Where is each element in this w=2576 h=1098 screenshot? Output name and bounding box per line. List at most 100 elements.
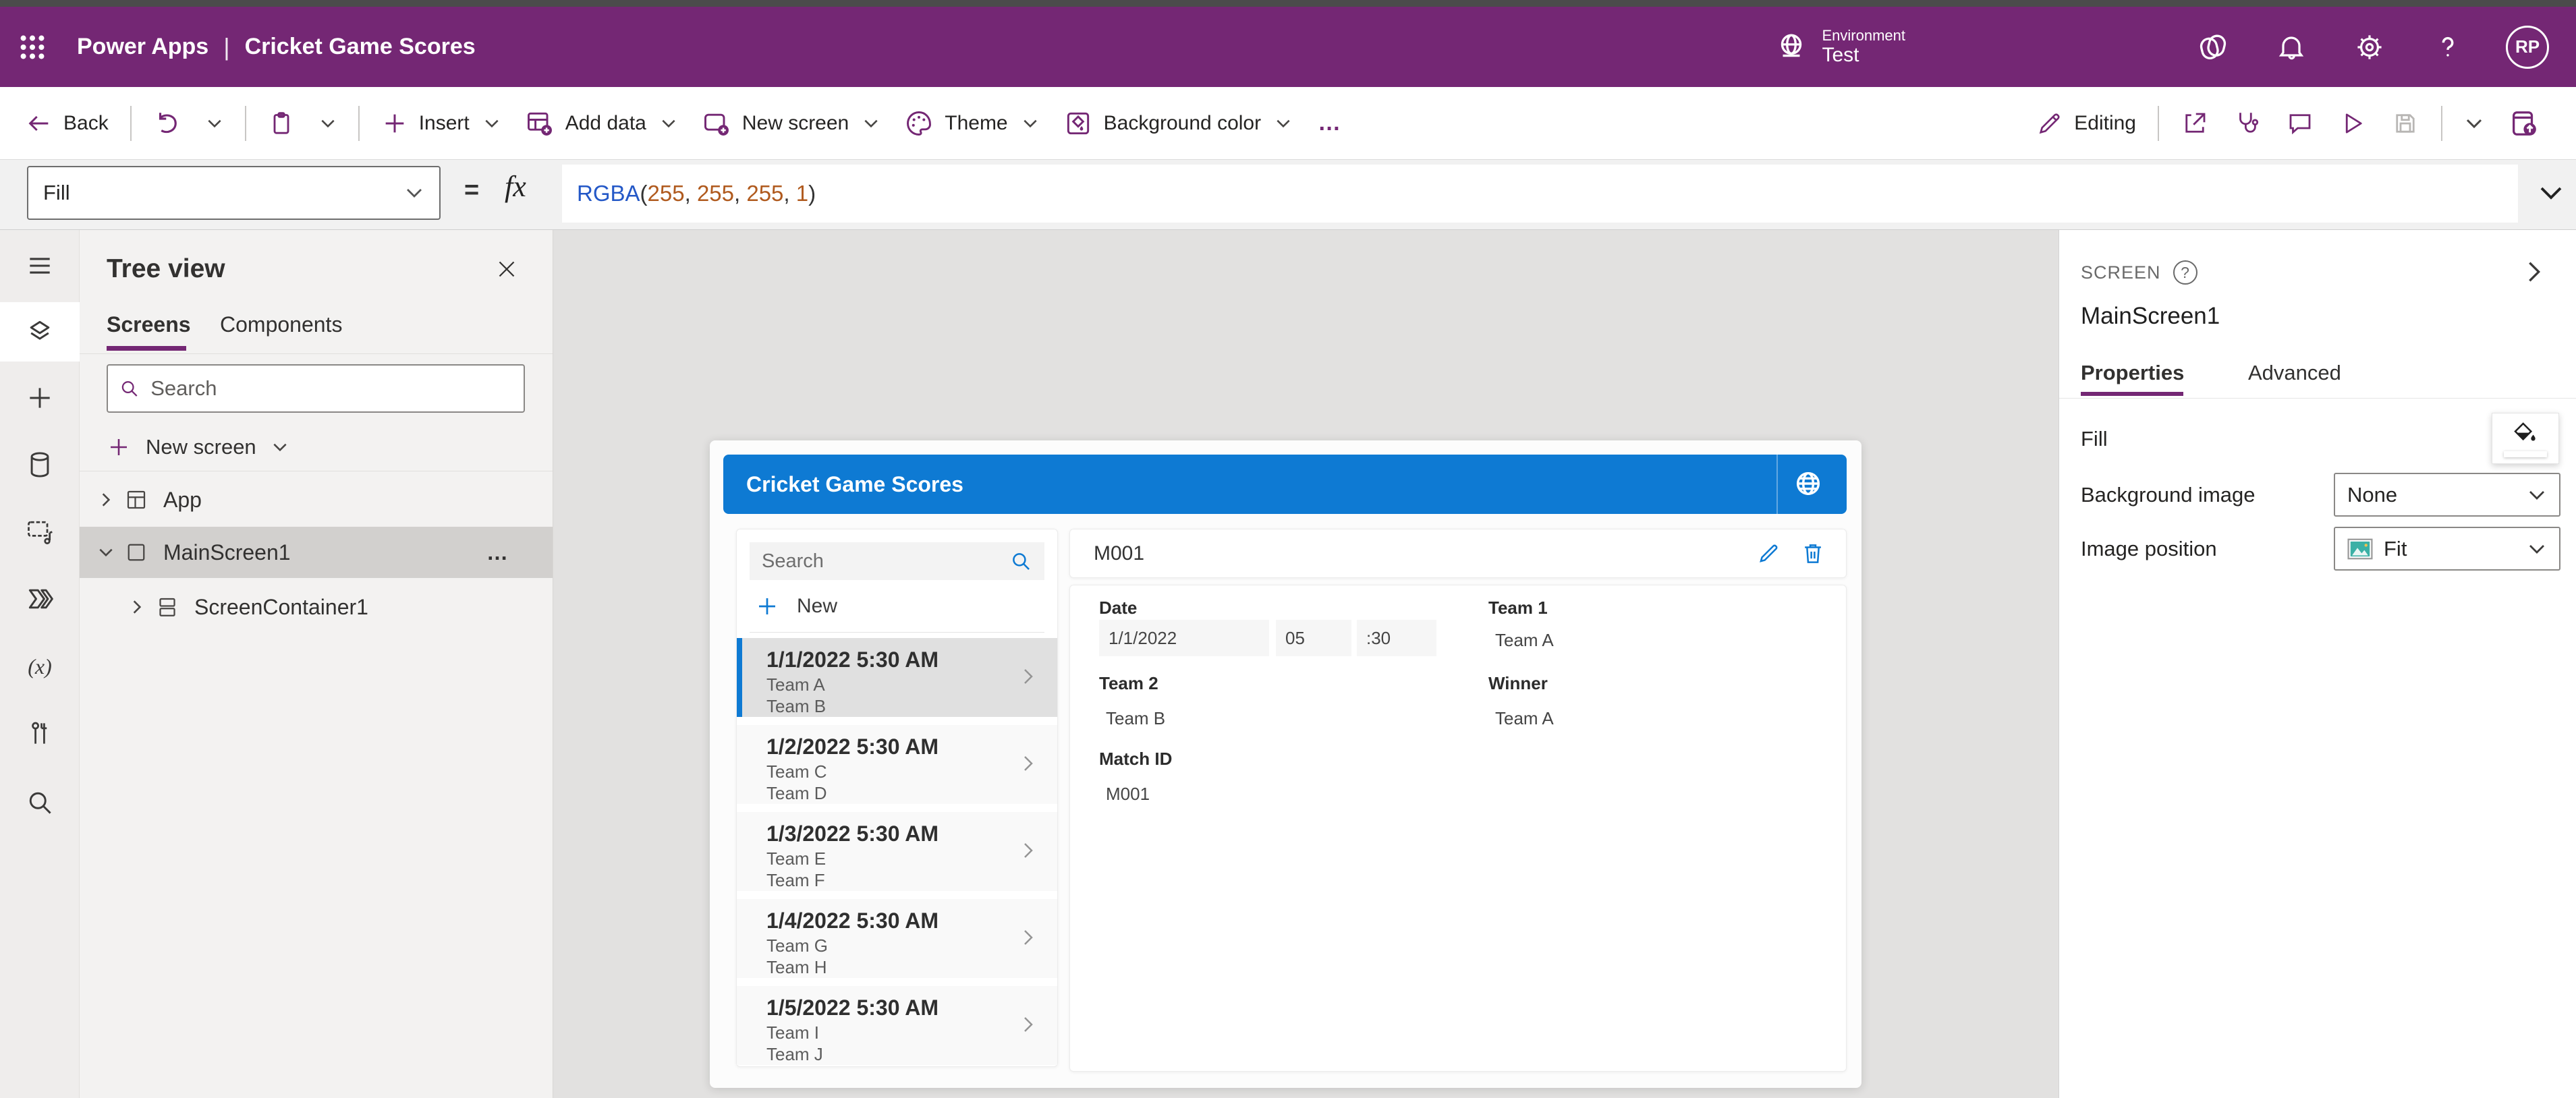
- background-image-dropdown[interactable]: None: [2334, 473, 2560, 517]
- edit-record-button[interactable]: [1756, 541, 1781, 567]
- environment-picker[interactable]: Environment Test: [1774, 27, 1905, 67]
- formula-input[interactable]: RGBA(255, 255, 255, 1): [562, 165, 2518, 223]
- chevron-right-icon[interactable]: [1018, 927, 1038, 948]
- chevron-right-icon[interactable]: [1018, 753, 1038, 774]
- record-datetime: 1/1/2022 5:30 AM: [766, 647, 939, 672]
- tree-new-screen-button[interactable]: New screen: [107, 428, 289, 466]
- tree-view-close-button[interactable]: [495, 257, 519, 281]
- gallery-item[interactable]: 1/2/2022 5:30 AM Team C Team D: [737, 725, 1057, 804]
- field-label-team2: Team 2: [1099, 673, 1158, 694]
- design-canvas[interactable]: Cricket Game Scores New: [554, 230, 2059, 1098]
- date-input[interactable]: 1/1/2022: [1099, 620, 1269, 656]
- rail-advanced-tools-button[interactable]: [0, 704, 80, 763]
- rail-insert-button[interactable]: [0, 368, 80, 428]
- rail-menu-button[interactable]: [0, 236, 80, 295]
- tab-properties[interactable]: Properties: [2081, 361, 2184, 385]
- add-data-button[interactable]: Add data: [513, 100, 690, 147]
- chevron-right-icon[interactable]: [1018, 1014, 1038, 1035]
- editing-status-button[interactable]: Editing: [2024, 100, 2148, 147]
- globe-icon[interactable]: [1793, 468, 1824, 499]
- rail-variables-button[interactable]: (x): [0, 637, 80, 696]
- app-checker-button[interactable]: [2221, 100, 2274, 147]
- paste-button[interactable]: [256, 100, 307, 147]
- tree-search-input[interactable]: [150, 376, 513, 401]
- fill-color-swatch[interactable]: [2492, 413, 2559, 464]
- tab-screens[interactable]: Screens: [107, 312, 191, 337]
- paste-menu-button[interactable]: [307, 100, 349, 147]
- delete-record-button[interactable]: [1800, 541, 1826, 567]
- back-label: Back: [63, 112, 109, 135]
- account-avatar[interactable]: RP: [2506, 26, 2549, 69]
- field-label-match-id: Match ID: [1099, 749, 1172, 770]
- chevron-right-icon[interactable]: [1018, 840, 1038, 861]
- gallery-item[interactable]: 1/1/2022 5:30 AM Team A Team B: [737, 638, 1057, 717]
- rail-search-button[interactable]: [0, 773, 80, 832]
- undo-button[interactable]: [141, 100, 194, 147]
- minute-input[interactable]: :30: [1357, 620, 1436, 656]
- node-menu-button[interactable]: …: [486, 540, 509, 565]
- tree-search-box[interactable]: [107, 364, 525, 413]
- app-launcher-button[interactable]: [0, 7, 65, 87]
- window-title: Power Apps | Cricket Game Scores: [77, 33, 476, 61]
- gallery-search-input[interactable]: [762, 550, 1004, 573]
- hour-input[interactable]: 05: [1276, 620, 1351, 656]
- record-team-a: Team E: [766, 848, 826, 869]
- add-data-label: Add data: [565, 112, 646, 135]
- copilot-button[interactable]: [2193, 27, 2233, 67]
- rail-tree-view-button[interactable]: [0, 302, 80, 362]
- tree-node-screencontainer1[interactable]: ScreenContainer1: [80, 581, 553, 633]
- gallery-item[interactable]: 1/3/2022 5:30 AM Team E Team F: [737, 812, 1057, 891]
- property-selector-dropdown[interactable]: Fill: [27, 166, 441, 220]
- share-button[interactable]: [2168, 100, 2221, 147]
- tree-node-mainscreen1[interactable]: MainScreen1 …: [80, 527, 553, 578]
- new-screen-button[interactable]: New screen: [690, 100, 892, 147]
- rail-media-button[interactable]: [0, 502, 80, 561]
- undo-menu-button[interactable]: [194, 100, 235, 147]
- preview-play-button[interactable]: [2326, 100, 2379, 147]
- properties-panel: SCREEN ? MainScreen1 Properties Advanced…: [2059, 230, 2576, 1098]
- formula-bar-expand-button[interactable]: [2537, 179, 2565, 207]
- rail-data-button[interactable]: [0, 435, 80, 494]
- record-team-b: Team J: [766, 1044, 823, 1065]
- gallery-item[interactable]: 1/4/2022 5:30 AM Team G Team H: [737, 899, 1057, 978]
- chevron-down-icon[interactable]: [97, 544, 117, 561]
- gallery-item[interactable]: 1/5/2022 5:30 AM Team I Team J: [737, 986, 1057, 1065]
- image-position-dropdown[interactable]: Fit: [2334, 527, 2560, 571]
- app-title: Cricket Game Scores: [746, 472, 963, 497]
- save-menu-button[interactable]: [2452, 100, 2496, 147]
- app-title-bar[interactable]: Cricket Game Scores: [723, 455, 1847, 514]
- app-screen-preview[interactable]: Cricket Game Scores New: [710, 440, 1861, 1088]
- back-button[interactable]: Back: [13, 100, 121, 147]
- toolbar-overflow-button[interactable]: …: [1304, 110, 1356, 136]
- app-node-icon: [124, 488, 148, 512]
- chevron-right-icon[interactable]: [1018, 666, 1038, 687]
- publish-icon: [2509, 108, 2540, 139]
- tree-node-app[interactable]: App: [80, 474, 553, 525]
- settings-button[interactable]: [2349, 27, 2390, 67]
- chevron-right-icon[interactable]: [97, 491, 117, 509]
- search-icon[interactable]: [1009, 550, 1032, 573]
- tree-view-title: Tree view: [107, 254, 225, 284]
- comments-button[interactable]: [2274, 100, 2326, 147]
- left-navigation-rail: (x): [0, 230, 80, 1098]
- theme-button[interactable]: Theme: [892, 100, 1051, 147]
- rail-power-automate-button[interactable]: [0, 569, 80, 629]
- save-button[interactable]: [2379, 100, 2432, 147]
- tab-advanced[interactable]: Advanced: [2248, 361, 2341, 385]
- app-name[interactable]: Cricket Game Scores: [245, 34, 476, 60]
- gallery-search-box[interactable]: [750, 542, 1044, 580]
- notifications-button[interactable]: [2271, 27, 2312, 67]
- help-button[interactable]: [2428, 27, 2468, 67]
- chevron-down-icon: [2464, 113, 2484, 134]
- tab-components[interactable]: Components: [220, 312, 342, 337]
- image-icon: [2347, 538, 2373, 560]
- help-icon[interactable]: ?: [2173, 260, 2197, 285]
- panel-collapse-button[interactable]: [2521, 258, 2548, 285]
- publish-button[interactable]: [2496, 100, 2552, 147]
- database-icon: [25, 450, 55, 480]
- insert-button[interactable]: Insert: [369, 100, 513, 147]
- record-team-a: Team C: [766, 761, 827, 782]
- background-color-button[interactable]: Background color: [1051, 100, 1304, 147]
- new-record-button[interactable]: New: [755, 594, 837, 618]
- chevron-right-icon[interactable]: [128, 598, 148, 616]
